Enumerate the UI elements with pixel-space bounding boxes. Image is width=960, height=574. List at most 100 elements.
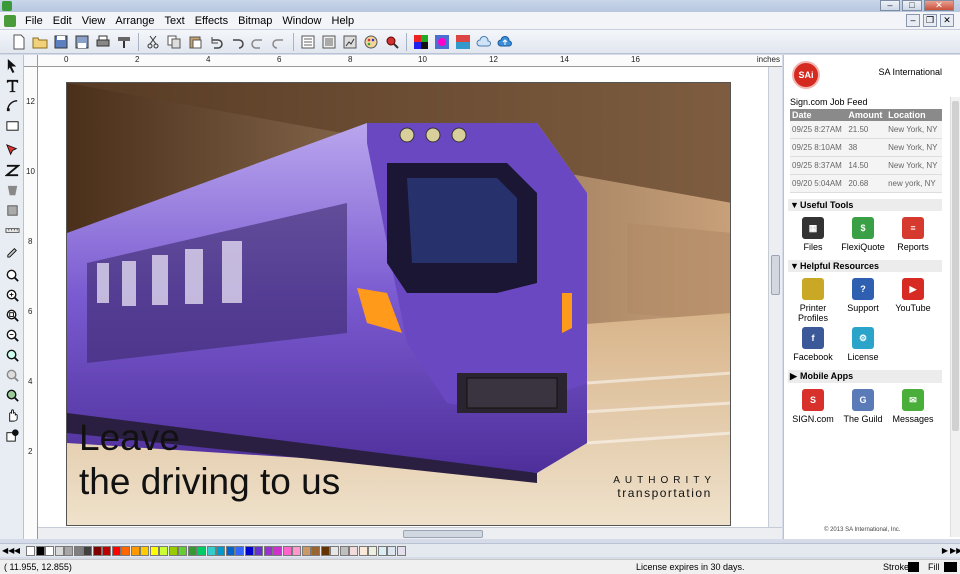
resource-support[interactable]: ? Support: [838, 276, 888, 323]
save-as-icon[interactable]: [73, 33, 91, 51]
gradient-icon[interactable]: [454, 33, 472, 51]
eyedropper-icon[interactable]: [2, 241, 22, 260]
color-swatch[interactable]: [377, 545, 387, 556]
paste-icon[interactable]: [186, 33, 204, 51]
tool-reports[interactable]: ≡ Reports: [888, 215, 938, 252]
color-swatch[interactable]: [102, 545, 111, 556]
helpful-resources-header[interactable]: ▼Helpful Resources: [788, 260, 942, 272]
save-icon[interactable]: [52, 33, 70, 51]
zigzag-icon[interactable]: [2, 161, 22, 180]
color-swatch[interactable]: [83, 545, 92, 556]
doc-minimize-button[interactable]: –: [906, 14, 920, 27]
ruler-corner[interactable]: [24, 55, 38, 67]
mobile-apps-header[interactable]: ▶ Mobile Apps: [788, 370, 942, 383]
zoom-tool-icon[interactable]: [2, 266, 22, 285]
color-swatch[interactable]: [64, 545, 73, 556]
color-swatch[interactable]: [197, 545, 206, 556]
select-arrow-icon[interactable]: [2, 56, 22, 75]
undo-icon[interactable]: [207, 33, 225, 51]
copy-icon[interactable]: [165, 33, 183, 51]
redo-icon[interactable]: [249, 33, 267, 51]
color-swatch[interactable]: [178, 545, 187, 556]
color-swatch[interactable]: [358, 545, 368, 556]
color-swatch[interactable]: [35, 545, 45, 556]
table-row[interactable]: 09/20 5:04AM 20.68 new york, NY: [790, 174, 942, 193]
menu-effects[interactable]: Effects: [190, 14, 233, 28]
panel-scrollbar[interactable]: [950, 97, 960, 537]
import-icon[interactable]: [299, 33, 317, 51]
rectangle-icon[interactable]: [2, 116, 22, 135]
canvas-horizontal-scrollbar[interactable]: [38, 527, 782, 539]
color-swatch[interactable]: [130, 545, 140, 556]
color-swatch[interactable]: [206, 545, 216, 556]
search-icon[interactable]: [383, 33, 401, 51]
pen-tool-icon[interactable]: [2, 141, 22, 160]
minimize-button[interactable]: –: [880, 0, 900, 11]
zoom-out-icon[interactable]: [2, 326, 22, 345]
menu-view[interactable]: View: [77, 14, 111, 28]
zoom-in-icon[interactable]: [2, 286, 22, 305]
fill-stroke-icon[interactable]: [2, 426, 22, 445]
color-swatch[interactable]: [45, 545, 54, 556]
new-document-icon[interactable]: [10, 33, 28, 51]
color-swatch[interactable]: [92, 545, 102, 556]
headline-text[interactable]: Leave the driving to us: [79, 416, 340, 504]
scroll-thumb[interactable]: [771, 255, 780, 295]
color-swatch[interactable]: [54, 545, 64, 556]
color-swatch[interactable]: [159, 545, 168, 556]
node-edit-icon[interactable]: [2, 96, 22, 115]
palette-last-icon[interactable]: ▶▶: [950, 546, 960, 555]
export-icon[interactable]: [320, 33, 338, 51]
app-sign-com[interactable]: S SIGN.com: [788, 387, 838, 424]
color-swatch[interactable]: [311, 545, 320, 556]
app-the-guild[interactable]: G The Guild: [838, 387, 888, 424]
menu-arrange[interactable]: Arrange: [110, 14, 159, 28]
frame-icon[interactable]: [2, 201, 22, 220]
horizontal-ruler[interactable]: 0 2 4 6 8 10 12 14 16 inches: [38, 55, 782, 67]
vertical-ruler[interactable]: 12 10 8 6 4 2: [24, 67, 38, 539]
table-row[interactable]: 09/25 8:27AM 21.50 New York, NY: [790, 121, 942, 139]
color-swatch[interactable]: [273, 545, 282, 556]
document-menu-icon[interactable]: [4, 15, 16, 27]
menu-text[interactable]: Text: [160, 14, 190, 28]
color-wheel-icon[interactable]: [433, 33, 451, 51]
table-row[interactable]: 09/25 8:37AM 14.50 New York, NY: [790, 156, 942, 175]
doc-close-button[interactable]: ✕: [940, 14, 954, 27]
useful-tools-header[interactable]: ▼Useful Tools: [788, 199, 942, 211]
open-icon[interactable]: [31, 33, 49, 51]
resource-facebook[interactable]: f Facebook: [788, 325, 838, 362]
menu-window[interactable]: Window: [277, 14, 326, 28]
measure-icon[interactable]: [2, 221, 22, 240]
color-swatch[interactable]: [339, 545, 349, 556]
resource-printer-profiles[interactable]: Printer Profiles: [788, 276, 838, 323]
scroll-thumb[interactable]: [403, 530, 483, 538]
color-swatch[interactable]: [235, 545, 244, 556]
maximize-button[interactable]: □: [902, 0, 922, 11]
color-swatch[interactable]: [349, 545, 358, 556]
undo-more-icon[interactable]: [228, 33, 246, 51]
canvas-vertical-scrollbar[interactable]: [768, 67, 782, 527]
color-swatch[interactable]: [73, 545, 83, 556]
stroke-color-swatch[interactable]: [908, 562, 919, 572]
doc-restore-button[interactable]: ❐: [923, 14, 937, 27]
shape-icon[interactable]: [2, 181, 22, 200]
color-swatch[interactable]: [244, 545, 254, 556]
artwork-sign[interactable]: Leave the driving to us AUTHORITY transp…: [66, 82, 731, 526]
tool-files[interactable]: ▦ Files: [788, 215, 838, 252]
color-swatch[interactable]: [149, 545, 159, 556]
color-swatch-icon[interactable]: [412, 33, 430, 51]
color-swatch[interactable]: [330, 545, 339, 556]
color-swatch[interactable]: [292, 545, 301, 556]
color-swatch[interactable]: [254, 545, 263, 556]
color-swatch[interactable]: [263, 545, 273, 556]
zoom-all-icon[interactable]: [2, 386, 22, 405]
color-swatch[interactable]: [282, 545, 292, 556]
color-swatch[interactable]: [396, 545, 406, 556]
design-canvas[interactable]: Leave the driving to us AUTHORITY transp…: [38, 67, 768, 527]
color-swatch[interactable]: [26, 545, 35, 556]
menu-edit[interactable]: Edit: [48, 14, 77, 28]
table-row[interactable]: 09/25 8:10AM 38 New York, NY: [790, 138, 942, 157]
cloud-icon[interactable]: [475, 33, 493, 51]
color-swatch[interactable]: [216, 545, 225, 556]
color-palette-icon[interactable]: [362, 33, 380, 51]
